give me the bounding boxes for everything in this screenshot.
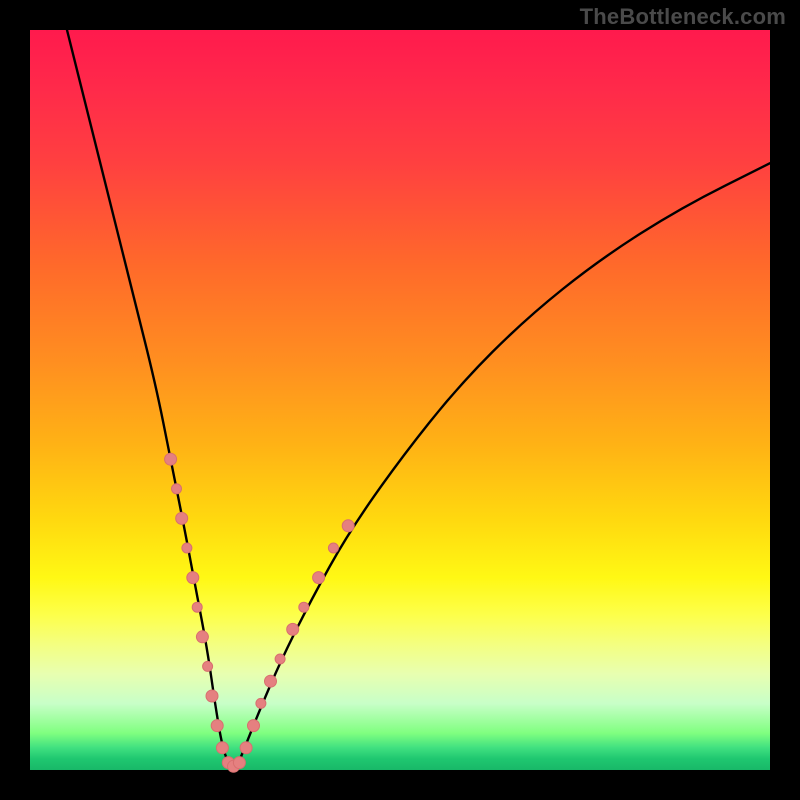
curve-marker	[172, 484, 182, 494]
curve-marker	[299, 602, 309, 612]
curve-marker	[165, 453, 177, 465]
curve-marker	[182, 543, 192, 553]
curve-marker	[248, 720, 260, 732]
watermark-text: TheBottleneck.com	[580, 4, 786, 30]
curve-marker	[287, 623, 299, 635]
curve-marker	[313, 572, 325, 584]
curve-marker	[328, 543, 338, 553]
curve-marker	[203, 661, 213, 671]
curve-marker	[233, 757, 245, 769]
chart-frame: TheBottleneck.com	[0, 0, 800, 800]
curve-marker	[187, 572, 199, 584]
plot-area	[30, 30, 770, 770]
curve-marker	[206, 690, 218, 702]
bottleneck-curve	[67, 30, 770, 766]
curve-marker	[240, 742, 252, 754]
curve-marker	[265, 675, 277, 687]
curve-markers	[165, 453, 355, 772]
chart-svg	[30, 30, 770, 770]
curve-marker	[342, 520, 354, 532]
curve-marker	[196, 631, 208, 643]
curve-marker	[192, 602, 202, 612]
curve-marker	[176, 512, 188, 524]
curve-marker	[216, 742, 228, 754]
curve-marker	[211, 720, 223, 732]
curve-marker	[256, 698, 266, 708]
curve-marker	[275, 654, 285, 664]
